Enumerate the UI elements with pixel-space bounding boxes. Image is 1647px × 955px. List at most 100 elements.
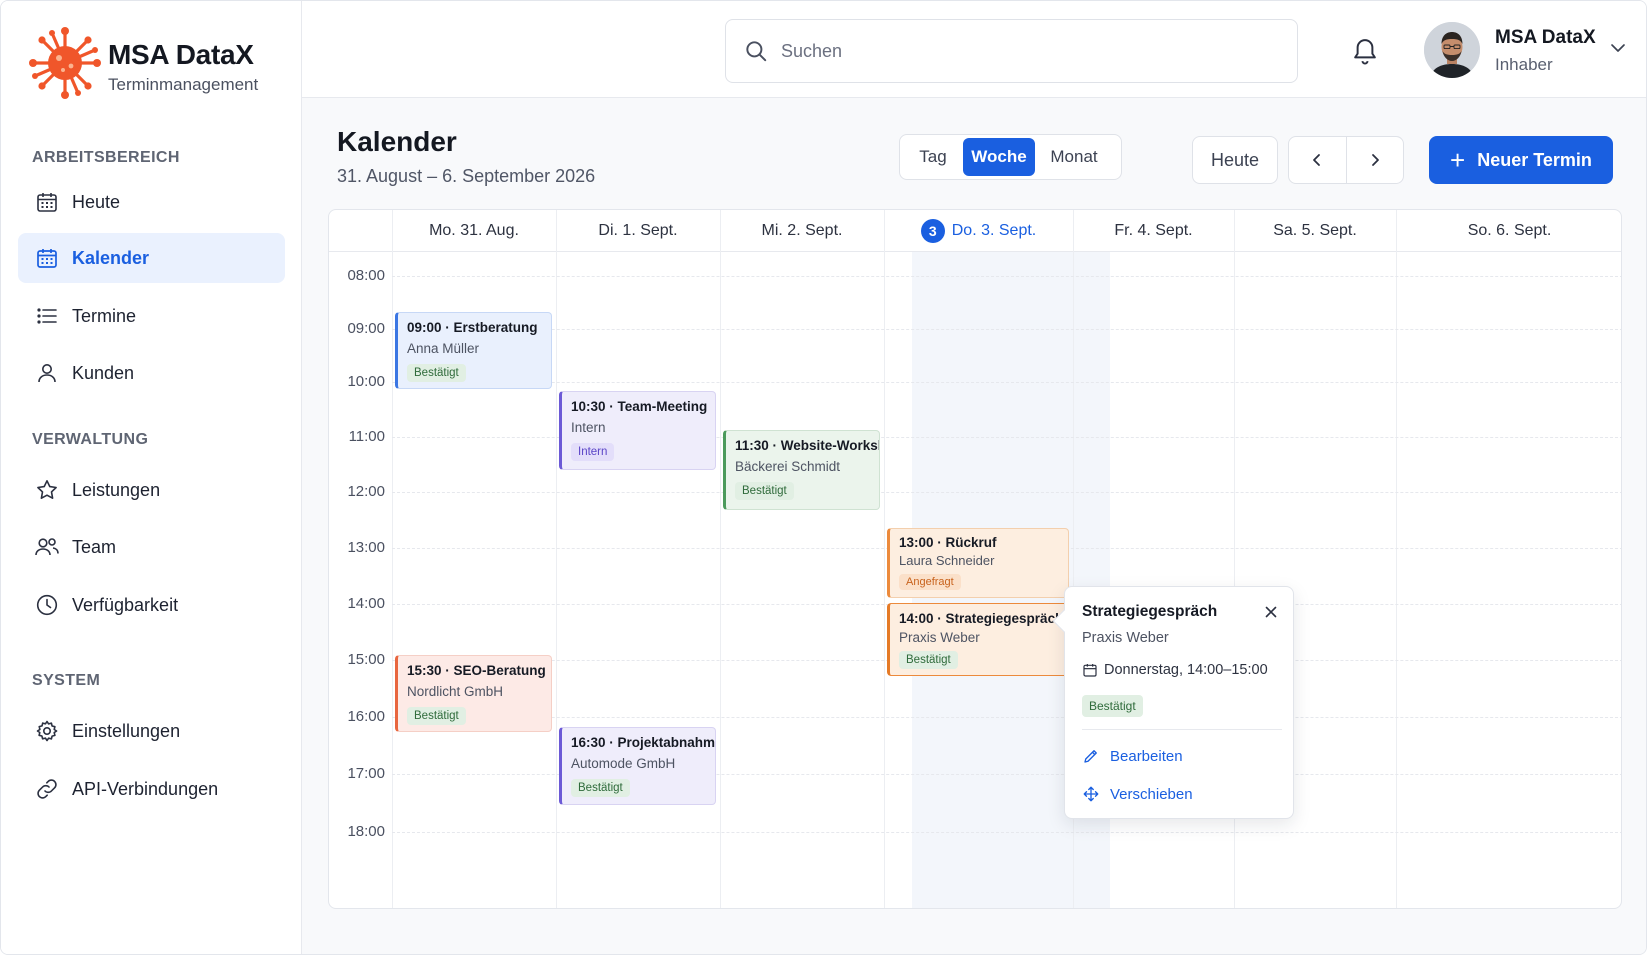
next-week-button[interactable]: [1346, 137, 1403, 183]
sidebar-item-label: API-Verbindungen: [72, 778, 219, 799]
sidebar-item-termine[interactable]: Termine: [18, 291, 285, 341]
calendar-icon: [32, 243, 62, 273]
day-header-sat[interactable]: Sa. 5. Sept.: [1234, 210, 1396, 252]
sidebar-item-team[interactable]: Team: [18, 522, 285, 572]
event-title: 16:30 · Projektabnahme: [571, 735, 716, 750]
brand[interactable]: MSA DataX Terminmanagement: [29, 25, 289, 105]
status-badge: Angefragt: [899, 574, 961, 590]
close-icon[interactable]: [1263, 604, 1279, 620]
hour-label: 12:00: [347, 483, 385, 500]
hour-label: 11:00: [348, 428, 385, 445]
event-client: Nordlicht GmbH: [407, 684, 504, 699]
sidebar-item-label: Termine: [72, 305, 137, 326]
event-projektabnahme[interactable]: 16:30 · Projektabnahme Automode GmbH Bes…: [559, 727, 716, 805]
move-label: Verschieben: [1110, 785, 1193, 803]
view-tab-monat[interactable]: Monat: [1035, 138, 1113, 176]
pencil-icon: [1084, 750, 1097, 763]
sidebar-item-label: Kalender: [72, 247, 150, 268]
move-icon: [1083, 786, 1099, 802]
event-client: Praxis Weber: [899, 630, 980, 645]
chevron-left-icon: [1313, 154, 1321, 166]
event-erstberatung[interactable]: 09:00 · Erstberatung Anna Müller Bestäti…: [395, 312, 552, 389]
calendar-icon: [32, 187, 62, 217]
bell-icon[interactable]: [1350, 34, 1380, 66]
sidebar-item-label: Leistungen: [72, 479, 161, 500]
sidebar-item-kalender[interactable]: Kalender: [18, 233, 285, 283]
status-badge: Bestätigt: [1082, 695, 1143, 717]
status-badge: Bestätigt: [407, 707, 466, 725]
day-header-thu-today[interactable]: 3 Do. 3. Sept.: [884, 210, 1073, 252]
event-team-meeting[interactable]: 10:30 · Team-Meeting Intern Intern: [559, 391, 716, 470]
sidebar-item-label: Team: [72, 536, 117, 557]
sidebar-item-leistungen[interactable]: Leistungen: [18, 465, 285, 515]
event-title: 09:00 · Erstberatung: [407, 320, 538, 335]
new-appointment-label: Neuer Termin: [1477, 149, 1592, 170]
sidebar: MSA DataX Terminmanagement ARBEITSBEREIC…: [1, 1, 302, 954]
day-header-sun[interactable]: So. 6. Sept.: [1396, 210, 1621, 252]
brand-subtitle: Terminmanagement: [108, 75, 259, 94]
avatar[interactable]: [1424, 22, 1480, 78]
search-input[interactable]: [781, 40, 1261, 62]
sidebar-item-verfuegbarkeit[interactable]: Verfügbarkeit: [18, 580, 285, 630]
date-range: 31. August – 6. September 2026: [337, 166, 596, 186]
sidebar-item-einstellungen[interactable]: Einstellungen: [18, 706, 285, 756]
hour-label: 09:00: [347, 320, 385, 337]
status-badge: Bestätigt: [735, 482, 794, 500]
previous-week-button[interactable]: [1289, 137, 1346, 183]
chevron-down-icon[interactable]: [1609, 41, 1627, 55]
status-badge: Bestätigt: [407, 364, 466, 382]
today-badge: 3: [920, 219, 945, 243]
hour-label: 17:00: [347, 765, 385, 782]
event-client: Anna Müller: [407, 341, 480, 356]
user-role: Inhaber: [1495, 55, 1553, 74]
event-details-popover: Strategiegespräch Praxis Weber Donnersta…: [1052, 586, 1294, 819]
section-title-system: SYSTEM: [32, 672, 101, 689]
sidebar-item-heute[interactable]: Heute: [18, 177, 285, 227]
event-strategiegespraech[interactable]: 14:00 · Strategiegespräch Praxis Weber B…: [887, 603, 1069, 676]
day-header-tue[interactable]: Di. 1. Sept.: [556, 210, 720, 252]
edit-label: Bearbeiten: [1110, 747, 1183, 765]
event-client: Intern: [571, 420, 606, 435]
sidebar-item-api-verbindungen[interactable]: API-Verbindungen: [18, 764, 285, 814]
hour-label: 15:00: [347, 651, 385, 668]
event-client: Bäckerei Schmidt: [735, 459, 841, 474]
event-seo-beratung[interactable]: 15:30 · SEO-Beratung Nordlicht GmbH Best…: [395, 655, 552, 732]
popover-date-text: Donnerstag, 14:00–15:00: [1104, 662, 1268, 678]
virus-logo-icon: [29, 27, 101, 99]
view-tab-woche[interactable]: Woche: [963, 138, 1035, 176]
sidebar-item-label: Einstellungen: [72, 720, 181, 741]
status-badge: Bestätigt: [899, 651, 958, 669]
top-bar: MSA DataX Inhaber: [302, 1, 1646, 98]
status-badge: Intern: [571, 443, 615, 461]
view-tab-tag[interactable]: Tag: [903, 138, 963, 176]
event-client: Laura Schneider: [899, 553, 995, 568]
user-name[interactable]: MSA DataX: [1495, 27, 1596, 49]
event-title: 11:30 · Website-Workshop: [735, 438, 879, 453]
day-header-fri[interactable]: Fr. 4. Sept.: [1073, 210, 1234, 252]
popover-client: Praxis Weber: [1082, 630, 1169, 646]
day-header-wed[interactable]: Mi. 2. Sept.: [720, 210, 884, 252]
event-title: 14:00 · Strategiegespräch: [899, 611, 1064, 626]
sidebar-item-kunden[interactable]: Kunden: [18, 348, 285, 398]
today-button[interactable]: Heute: [1192, 136, 1278, 184]
sidebar-item-label: Verfügbarkeit: [72, 594, 179, 615]
edit-button[interactable]: Bearbeiten: [1082, 747, 1183, 765]
event-website-workshop[interactable]: 11:30 · Website-Workshop Bäckerei Schmid…: [723, 430, 880, 510]
day-header-mon[interactable]: Mo. 31. Aug.: [392, 210, 556, 252]
plus-icon: +: [1450, 145, 1466, 175]
popover-title: Strategiegespräch: [1082, 603, 1218, 620]
app-window: MSA DataX Terminmanagement ARBEITSBEREIC…: [0, 0, 1647, 955]
calendar-icon: [1083, 664, 1097, 677]
search-box[interactable]: [725, 19, 1298, 83]
new-appointment-button[interactable]: + Neuer Termin: [1429, 136, 1613, 184]
link-icon: [32, 774, 62, 804]
event-client: Automode GmbH: [571, 756, 676, 771]
event-title: 10:30 · Team-Meeting: [571, 399, 708, 414]
view-switcher: Tag Woche Monat: [899, 134, 1122, 180]
move-button[interactable]: Verschieben: [1082, 785, 1193, 803]
sidebar-item-label: Kunden: [72, 362, 135, 383]
event-rueckruf[interactable]: 13:00 · Rückruf Laura Schneider Angefrag…: [887, 528, 1069, 598]
popover-datetime: Donnerstag, 14:00–15:00: [1082, 662, 1268, 678]
hour-label: 18:00: [347, 823, 385, 840]
star-icon: [32, 475, 62, 505]
